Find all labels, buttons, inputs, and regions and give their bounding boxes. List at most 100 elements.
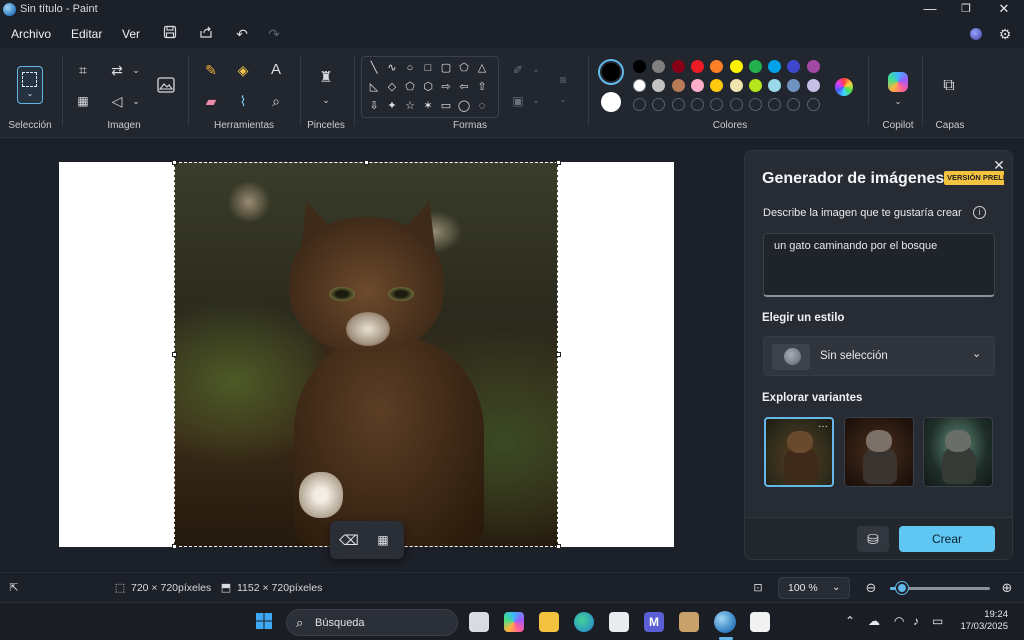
file-explorer-icon[interactable]: [539, 612, 559, 632]
secondary-color-button[interactable]: [601, 92, 621, 112]
pencil-icon[interactable]: ✎: [201, 60, 221, 80]
custom-color-slot[interactable]: [729, 98, 743, 111]
volume-icon[interactable]: ♪: [913, 614, 919, 628]
color-picker-icon[interactable]: ⌇: [233, 91, 253, 111]
shape-option[interactable]: ◯: [456, 98, 472, 114]
custom-color-slot[interactable]: [768, 98, 782, 111]
maximize-button[interactable]: ❐: [947, 0, 985, 20]
chevron-down-icon[interactable]: ⌄: [526, 60, 546, 80]
custom-color-slot[interactable]: [633, 98, 646, 111]
chevron-down-icon[interactable]: ⌄: [526, 91, 546, 111]
weather-icon[interactable]: ☁: [868, 614, 880, 628]
resize-handle[interactable]: [556, 160, 561, 165]
credits-icon[interactable]: ⛁: [857, 526, 889, 552]
shape-option[interactable]: ◌: [474, 98, 490, 114]
shape-option[interactable]: ⬡: [420, 79, 436, 95]
color-swatch[interactable]: [748, 79, 762, 92]
color-swatch[interactable]: [652, 79, 666, 92]
variant-thumbnail-3[interactable]: [923, 417, 993, 487]
shape-option[interactable]: ⇩: [366, 98, 382, 114]
background-blur-icon[interactable]: ▦: [73, 91, 93, 111]
rotate-icon[interactable]: ◁: [107, 91, 127, 111]
resize-handle[interactable]: [172, 352, 177, 357]
shape-option[interactable]: ☆: [402, 98, 418, 114]
chevron-down-icon[interactable]: ⌄: [888, 92, 908, 112]
color-wheel-icon[interactable]: [835, 78, 853, 96]
color-swatch[interactable]: [768, 79, 782, 92]
shape-option[interactable]: ▢: [438, 60, 454, 76]
account-icon[interactable]: [966, 25, 986, 43]
menu-file[interactable]: Archivo: [11, 27, 51, 41]
primary-color-button[interactable]: [598, 59, 624, 85]
chevron-down-icon[interactable]: ⌄: [316, 90, 336, 110]
shape-option[interactable]: ✶: [420, 98, 436, 114]
color-swatch[interactable]: [787, 79, 801, 92]
color-swatch[interactable]: [633, 79, 646, 92]
panel-close-icon[interactable]: ✕: [991, 157, 1007, 173]
color-swatch[interactable]: [652, 60, 666, 73]
color-swatch[interactable]: [748, 60, 762, 73]
brush-icon[interactable]: ♜: [316, 68, 336, 88]
custom-color-slot[interactable]: [690, 98, 704, 111]
image-creator-icon[interactable]: [155, 75, 177, 97]
crop-icon[interactable]: ⌗: [73, 60, 93, 80]
settings-gear-icon[interactable]: ⚙: [995, 25, 1015, 43]
color-swatch[interactable]: [729, 60, 743, 73]
custom-color-slot[interactable]: [787, 98, 801, 111]
paint-taskbar-icon[interactable]: [714, 611, 736, 633]
custom-color-slot[interactable]: [748, 98, 762, 111]
menu-view[interactable]: Ver: [122, 27, 140, 41]
shape-option[interactable]: ◺: [366, 79, 382, 95]
color-swatch[interactable]: [710, 60, 724, 73]
zoom-slider-thumb[interactable]: [896, 582, 908, 594]
zoom-dropdown[interactable]: 100 % ⌄: [778, 577, 850, 599]
custom-color-slot[interactable]: [710, 98, 724, 111]
info-icon[interactable]: i: [973, 206, 986, 219]
color-swatch[interactable]: [633, 60, 646, 73]
resize-handle[interactable]: [556, 544, 561, 549]
undo-icon[interactable]: ↶: [232, 25, 252, 43]
task-view-icon[interactable]: [469, 612, 489, 632]
color-swatch[interactable]: [671, 60, 685, 73]
custom-color-slot[interactable]: [806, 98, 820, 111]
shape-option[interactable]: △: [474, 60, 490, 76]
color-swatch[interactable]: [690, 60, 704, 73]
size-icon[interactable]: ≡: [553, 70, 573, 90]
shape-option[interactable]: ○: [402, 60, 418, 76]
eraser-icon[interactable]: ▰: [201, 91, 221, 111]
text-tool-icon[interactable]: A: [266, 60, 286, 80]
style-dropdown[interactable]: Sin selección ⌄: [763, 336, 995, 376]
prompt-input[interactable]: un gato caminando por el bosque: [763, 233, 995, 297]
copilot-app-icon[interactable]: [504, 612, 524, 632]
shape-option[interactable]: ⇨: [438, 79, 454, 95]
resize-icon[interactable]: ⇄: [107, 60, 127, 80]
create-button[interactable]: Crear: [899, 526, 995, 552]
app-icon[interactable]: M: [644, 612, 664, 632]
shape-option[interactable]: ▭: [438, 98, 454, 114]
custom-color-slot[interactable]: [652, 98, 666, 111]
shape-option[interactable]: ✦: [384, 98, 400, 114]
windows-start-icon[interactable]: [254, 612, 274, 632]
snipping-tool-icon[interactable]: [750, 612, 770, 632]
color-swatch[interactable]: [710, 79, 724, 92]
resize-handle[interactable]: [172, 544, 177, 549]
shape-option[interactable]: ⇦: [456, 79, 472, 95]
close-button[interactable]: ✕: [985, 0, 1023, 20]
save-icon[interactable]: [160, 25, 180, 43]
copilot-icon[interactable]: [886, 70, 910, 94]
store-icon[interactable]: [609, 612, 629, 632]
shape-option[interactable]: ⇧: [474, 79, 490, 95]
fill-bucket-icon[interactable]: ◈: [233, 60, 253, 80]
chevron-down-icon[interactable]: ⌄: [126, 91, 146, 111]
zoom-in-icon[interactable]: ⊕: [1000, 581, 1014, 595]
minimize-button[interactable]: —: [911, 0, 949, 20]
shape-option[interactable]: □: [420, 60, 436, 76]
layers-icon[interactable]: ⧉: [939, 76, 959, 96]
more-options-icon[interactable]: ···: [818, 421, 828, 432]
package-icon[interactable]: [679, 612, 699, 632]
color-swatch[interactable]: [768, 60, 782, 73]
selection-tool-button[interactable]: ⌄: [17, 66, 43, 104]
color-swatch[interactable]: [806, 79, 820, 92]
shape-option[interactable]: ∿: [384, 60, 400, 76]
variant-thumbnail-1[interactable]: ···: [764, 417, 834, 487]
